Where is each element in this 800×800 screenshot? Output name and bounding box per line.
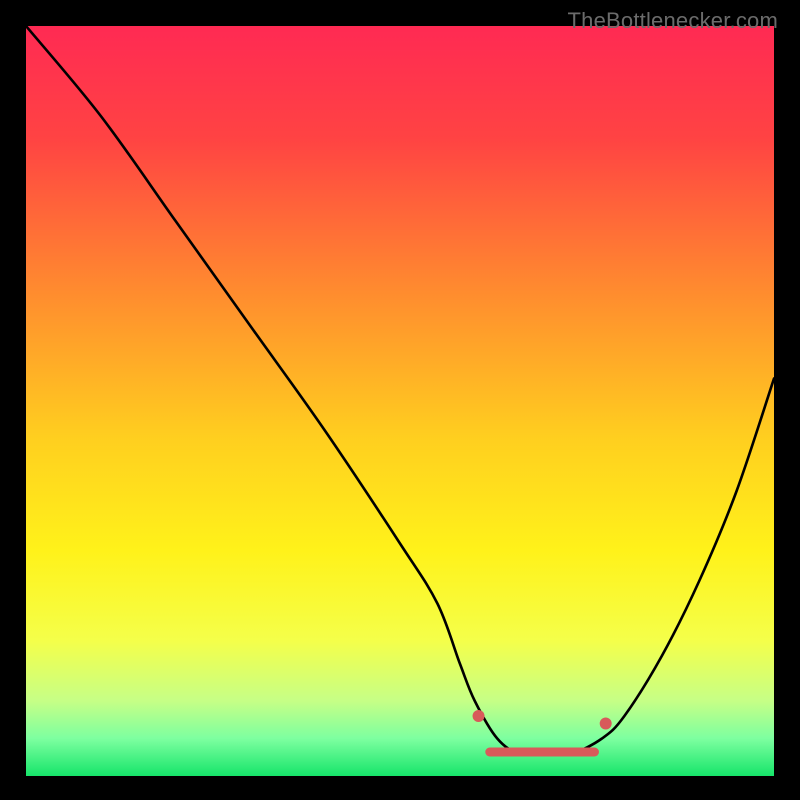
- marker-dot: [600, 718, 612, 730]
- bottleneck-curve: [26, 26, 774, 755]
- marker-group: [473, 710, 612, 729]
- chart-overlay: [26, 26, 774, 776]
- marker-dot: [473, 710, 485, 722]
- chart-canvas: [26, 26, 774, 776]
- watermark-text: TheBottlenecker.com: [568, 8, 778, 34]
